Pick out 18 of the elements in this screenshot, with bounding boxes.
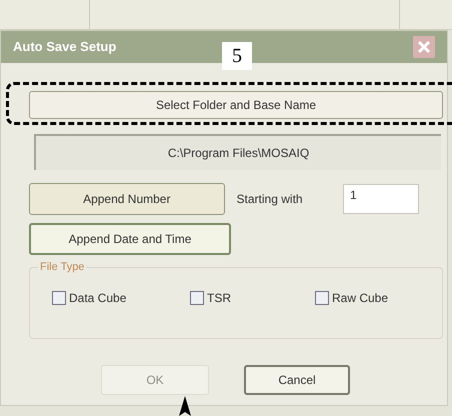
step-number: 5 [222, 42, 252, 70]
checkbox-label: Data Cube [69, 290, 126, 307]
starting-with-label: Starting with [236, 191, 304, 208]
append-number-button[interactable]: Append Number [29, 183, 225, 215]
select-folder-button[interactable]: Select Folder and Base Name [29, 91, 443, 119]
checkbox[interactable] [190, 291, 204, 305]
checkbox-label: TSR [207, 290, 231, 307]
starting-number-field[interactable]: 1 [343, 184, 419, 214]
cancel-button[interactable]: Cancel [244, 365, 350, 395]
checkbox[interactable] [315, 291, 329, 305]
append-date-time-button[interactable]: Append Date and Time [29, 223, 231, 255]
close-icon [417, 40, 431, 54]
checkbox[interactable] [52, 291, 66, 305]
group-title: File Type [38, 259, 86, 276]
pointer-arrow [176, 396, 194, 416]
path-field: C:\Program Files\MOSAIQ [168, 144, 310, 162]
window-title: Auto Save Setup [13, 38, 116, 56]
checkbox-label: Raw Cube [332, 290, 388, 307]
